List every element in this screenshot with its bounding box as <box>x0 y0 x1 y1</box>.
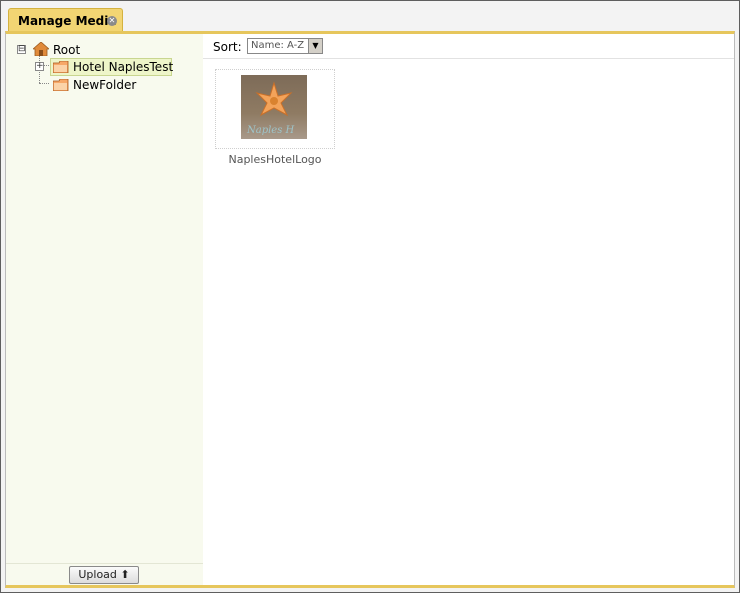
tree-node-label: Root <box>53 43 81 57</box>
media-panel: Sort: Name: A-Z ▼ Naples H NaplesHotelLo… <box>203 34 734 585</box>
home-icon <box>33 42 49 56</box>
tree-node-root[interactable]: ⊟ Root <box>16 40 196 58</box>
expand-icon[interactable]: + <box>35 62 44 71</box>
upload-arrow-icon: ⬆ <box>120 568 130 581</box>
media-item[interactable]: Naples H <box>215 69 335 149</box>
tree-node-newfolder[interactable]: NewFolder <box>35 76 175 94</box>
folder-icon <box>53 79 69 91</box>
tab-label: Manage Media <box>18 14 117 28</box>
collapse-icon[interactable]: ⊟ <box>17 45 26 54</box>
flower-logo-icon: Naples H <box>246 81 295 136</box>
content-panel: ⊟ Root + Hotel NaplesTest NewFolder Uplo… <box>5 31 735 588</box>
sort-select[interactable]: Name: A-Z ▼ <box>247 38 323 54</box>
media-caption: NaplesHotelLogo <box>228 153 322 166</box>
sort-label: Sort: <box>213 40 242 54</box>
upload-label: Upload <box>78 568 117 581</box>
folder-sidebar: ⊟ Root + Hotel NaplesTest NewFolder Uplo… <box>6 34 203 585</box>
upload-bar: Upload ⬆ <box>6 563 203 586</box>
manage-media-window: Manage Media ✕ ⊟ Root + Hotel NaplesTest… <box>0 0 740 593</box>
tree-node-hotel-naplestest[interactable]: + Hotel NaplesTest <box>35 58 175 76</box>
tab-bar: Manage Media ✕ <box>1 1 739 33</box>
thumb-text: Naples H <box>246 125 295 136</box>
tree-node-label: NewFolder <box>73 78 137 92</box>
tab-manage-media[interactable]: Manage Media ✕ <box>8 8 123 32</box>
close-icon[interactable]: ✕ <box>107 16 117 26</box>
upload-button[interactable]: Upload ⬆ <box>69 566 139 584</box>
folder-icon <box>53 61 69 73</box>
media-thumbnail: Naples H <box>241 75 307 139</box>
tree-node-label: Hotel NaplesTest <box>73 60 174 74</box>
sort-toolbar: Sort: Name: A-Z ▼ <box>203 34 734 59</box>
chevron-down-icon[interactable]: ▼ <box>308 39 322 53</box>
sort-value: Name: A-Z <box>251 40 305 51</box>
